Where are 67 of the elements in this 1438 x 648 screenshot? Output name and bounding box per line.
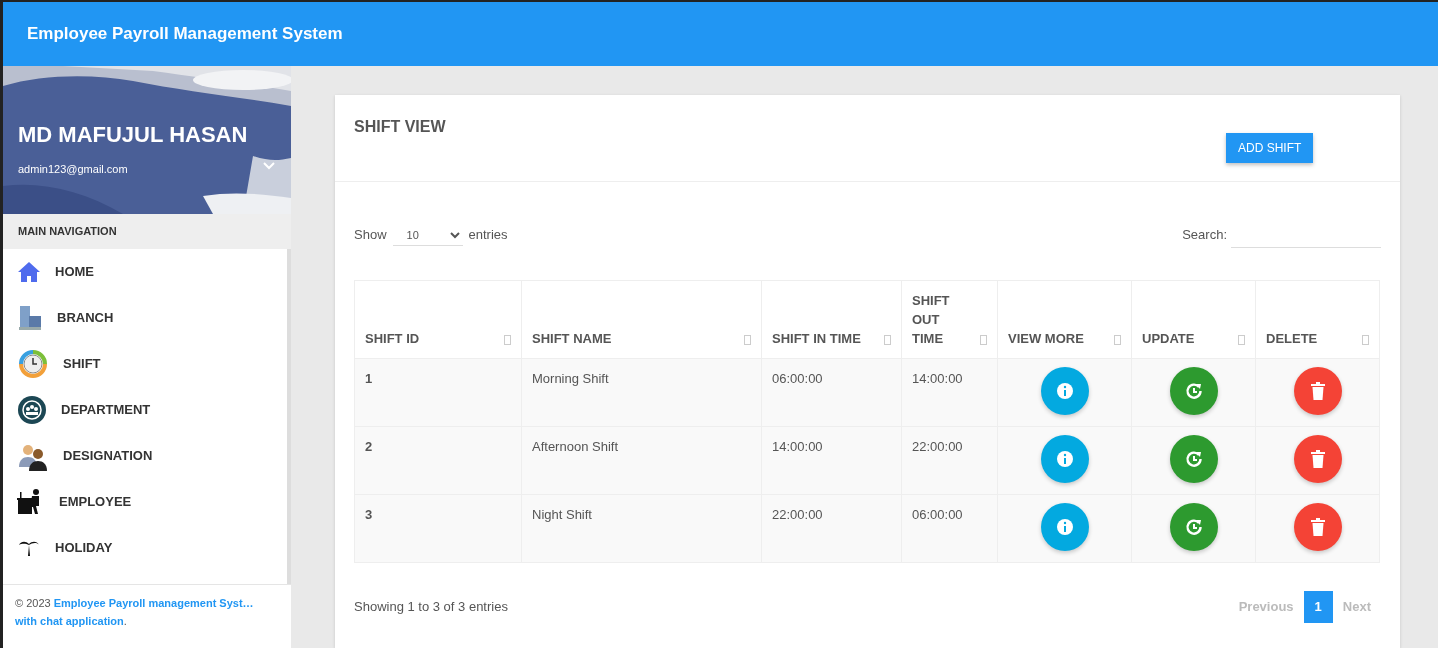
copyright-text: © 2023 Employee Payroll management Syst… with chat application. [3,584,291,648]
table-cell: 14:00:00 [772,439,823,454]
column-header[interactable]: SHIFT ID [365,329,420,348]
info-button[interactable] [1040,435,1089,483]
column-header[interactable]: VIEW MORE [1008,329,1084,348]
column-header[interactable]: SHIFT NAME [532,329,612,348]
card-title: SHIFT VIEW [354,117,446,137]
table-cell: Afternoon Shift [532,439,618,454]
trash-icon [1309,382,1326,400]
search-label: Search: [1182,226,1227,245]
chevron-down-icon[interactable] [263,162,275,170]
info-icon [1055,382,1074,400]
menu-item[interactable]: SHIFT [63,353,101,374]
menu-item[interactable]: EMPLOYEE [59,491,132,512]
table-cell: 06:00:00 [912,507,963,522]
entries-select[interactable]: 10 [392,224,463,246]
table-cell: 22:00:00 [772,507,823,522]
user-name: MD MAFUJUL HASAN [18,121,248,149]
table-cell: 06:00:00 [772,371,823,386]
table-cell: 22:00:00 [912,439,963,454]
home-icon [17,259,41,284]
user-email: admin123@gmail.com [18,162,128,177]
table-info: Showing 1 to 3 of 3 entries [354,598,508,616]
trash-icon [1309,450,1326,468]
menu-item[interactable]: HOLIDAY [55,537,113,558]
refresh-icon [1184,382,1203,400]
column-header[interactable]: DELETE [1266,329,1318,348]
show-label: Show [354,226,387,245]
delete-button[interactable] [1293,435,1342,483]
refresh-icon [1184,518,1203,536]
menu-item[interactable]: BRANCH [57,307,114,328]
menu-item[interactable]: HOME [55,261,94,282]
info-icon [1055,518,1074,536]
refresh-icon [1184,450,1203,468]
section-heading: MAIN NAVIGATION [3,214,291,249]
sort-icon[interactable] [1362,335,1369,345]
app-title: Employee Payroll Management System [0,0,1438,66]
building-icon [17,303,43,332]
table-cell: 14:00:00 [912,371,963,386]
sort-icon[interactable] [504,335,511,345]
table-cell: Night Shift [532,507,592,522]
palm-tree-icon [17,539,41,556]
update-button[interactable] [1169,367,1218,415]
info-icon [1055,450,1074,468]
delete-button[interactable] [1293,367,1342,415]
update-button[interactable] [1169,503,1218,551]
menu-item[interactable]: DEPARTMENT [61,399,151,420]
table-cell: 1 [365,371,373,386]
delete-button[interactable] [1293,503,1342,551]
info-button[interactable] [1040,503,1089,551]
sort-icon[interactable] [744,335,751,345]
sort-icon[interactable] [1114,335,1121,345]
sort-icon[interactable] [980,335,987,345]
column-header[interactable]: UPDATE [1142,329,1195,348]
info-button[interactable] [1040,367,1089,415]
team-icon [17,394,47,425]
sort-icon[interactable] [884,335,891,345]
column-header[interactable]: SHIFT IN TIME [772,329,861,348]
menu-item[interactable]: DESIGNATION [63,445,153,466]
clock-icon [17,347,49,380]
entries-label: entries [468,226,508,245]
update-button[interactable] [1169,435,1218,483]
sort-icon[interactable] [1238,335,1245,345]
table-cell: Morning Shift [532,371,609,386]
table-cell: 3 [365,507,373,522]
trash-icon [1309,518,1326,536]
table-cell: 2 [365,439,373,454]
